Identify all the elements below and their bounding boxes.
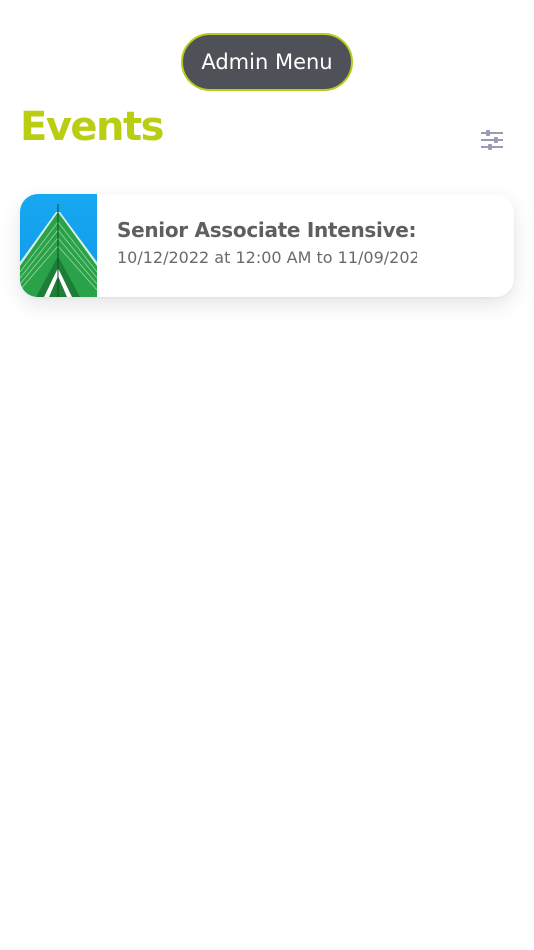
event-details: Senior Associate Intensive: ... 10/12/20… (97, 194, 514, 297)
events-page: Admin Menu Events Senior Associate Inten… (0, 0, 534, 950)
sliders-icon (481, 130, 503, 150)
event-date-range: 10/12/2022 at 12:00 AM to 11/09/202... (117, 248, 417, 267)
admin-menu-button[interactable]: Admin Menu (181, 33, 353, 91)
event-card[interactable]: Senior Associate Intensive: ... 10/12/20… (20, 194, 514, 297)
filter-button[interactable] (476, 124, 508, 156)
building-image (20, 194, 97, 297)
event-title: Senior Associate Intensive: ... (117, 218, 417, 242)
page-title: Events (20, 104, 164, 150)
